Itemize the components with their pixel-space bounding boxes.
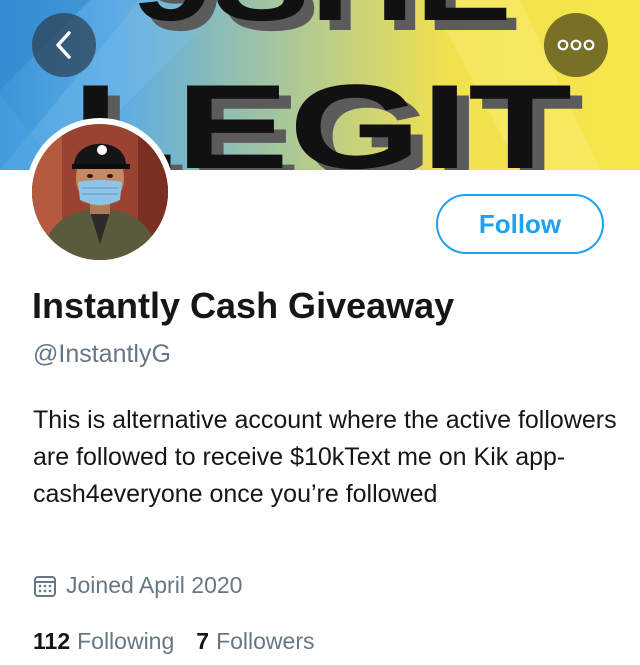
chevron-left-icon bbox=[56, 31, 71, 59]
profile-name: Instantly Cash Giveaway bbox=[32, 285, 455, 326]
calendar-icon bbox=[34, 575, 56, 597]
following-label: Following bbox=[77, 628, 175, 654]
followers-count: 7 bbox=[196, 628, 210, 654]
following-link[interactable]: 112 Following bbox=[33, 628, 174, 655]
joined-date: Joined April 2020 bbox=[33, 572, 242, 599]
profile-stats: 112 Following 7 Followers bbox=[33, 628, 336, 655]
follow-button[interactable]: Follow bbox=[436, 194, 604, 254]
following-count: 112 bbox=[33, 628, 71, 654]
followers-label: Followers bbox=[216, 628, 315, 654]
avatar-image bbox=[32, 124, 168, 260]
banner-text-top: 9SHE bbox=[132, 0, 512, 44]
back-button[interactable] bbox=[32, 13, 96, 77]
more-options-button[interactable] bbox=[544, 13, 608, 77]
joined-date-label: Joined April 2020 bbox=[66, 572, 243, 598]
avatar[interactable] bbox=[26, 118, 174, 266]
profile-bio: This is alternative account where the ac… bbox=[33, 406, 617, 508]
followers-link[interactable]: 7 Followers bbox=[196, 628, 314, 655]
more-dots-icon bbox=[557, 39, 595, 51]
avatar-photo bbox=[32, 124, 168, 260]
profile-handle: @InstantlyG bbox=[33, 340, 171, 368]
